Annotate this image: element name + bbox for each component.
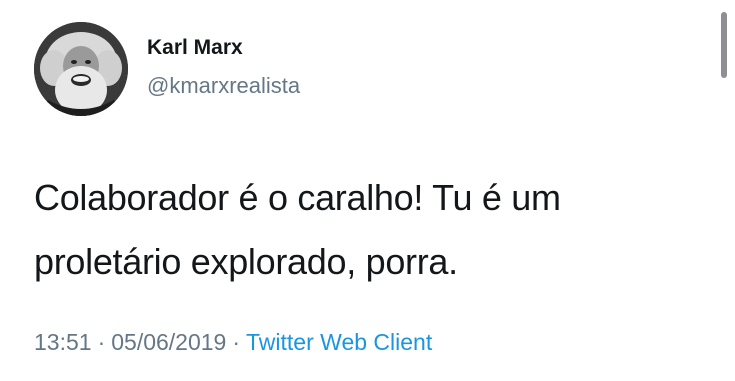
meta-separator: · bbox=[232, 329, 241, 355]
tweet-text-line: Colaborador é o caralho! Tu é um bbox=[34, 177, 561, 218]
tweet-metadata: 13:51 · 05/06/2019 · Twitter Web Client bbox=[34, 329, 432, 356]
tweet-text-line: proletário explorado, porra. bbox=[34, 241, 458, 282]
tweet-text: Colaborador é o caralho! Tu é um proletá… bbox=[34, 166, 674, 294]
tweet-client-link[interactable]: Twitter Web Client bbox=[246, 329, 432, 355]
avatar[interactable] bbox=[34, 22, 128, 116]
tweet-card: Karl Marx @kmarxrealista Colaborador é o… bbox=[0, 0, 735, 381]
scrollbar[interactable] bbox=[721, 12, 727, 78]
tweet-date[interactable]: 05/06/2019 bbox=[111, 329, 226, 355]
author-display-name[interactable]: Karl Marx bbox=[147, 36, 243, 60]
profile-photo-icon bbox=[34, 22, 128, 116]
tweet-time[interactable]: 13:51 bbox=[34, 329, 92, 355]
author-handle[interactable]: @kmarxrealista bbox=[147, 73, 300, 99]
meta-separator: · bbox=[97, 329, 106, 355]
